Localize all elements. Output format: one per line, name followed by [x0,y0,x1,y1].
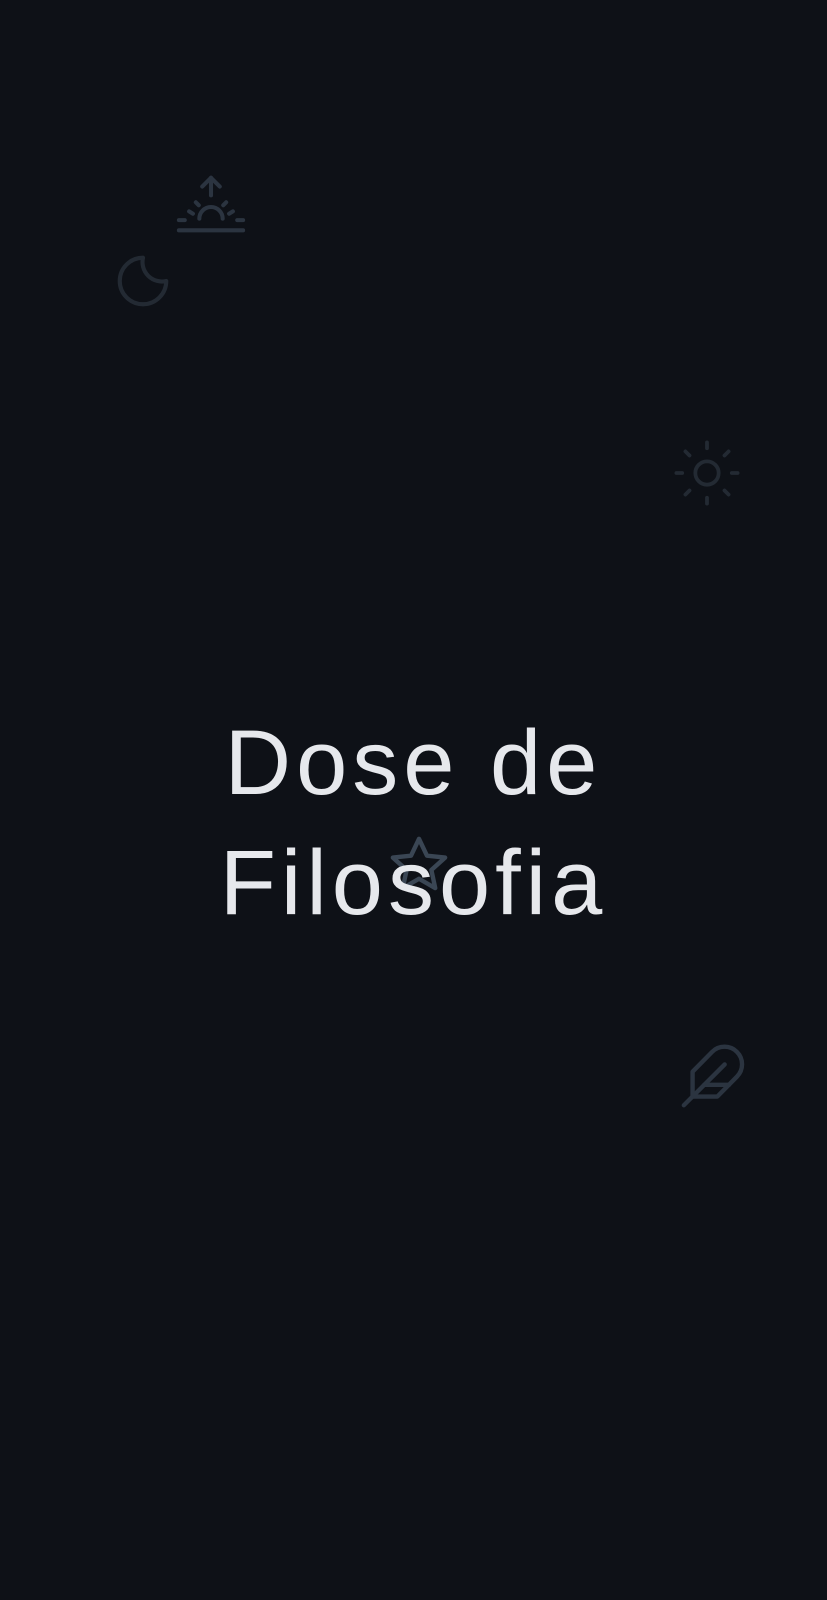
app-title-line-1: Dose de [224,712,603,814]
sun-icon [672,438,742,508]
splash-screen: Dose de Filosofia [0,0,827,1600]
moon-icon [112,250,174,312]
sunrise-icon [176,172,246,242]
app-title-line-2: Filosofia [219,832,608,934]
feather-icon [678,1044,748,1114]
app-title: Dose de Filosofia [0,703,827,943]
